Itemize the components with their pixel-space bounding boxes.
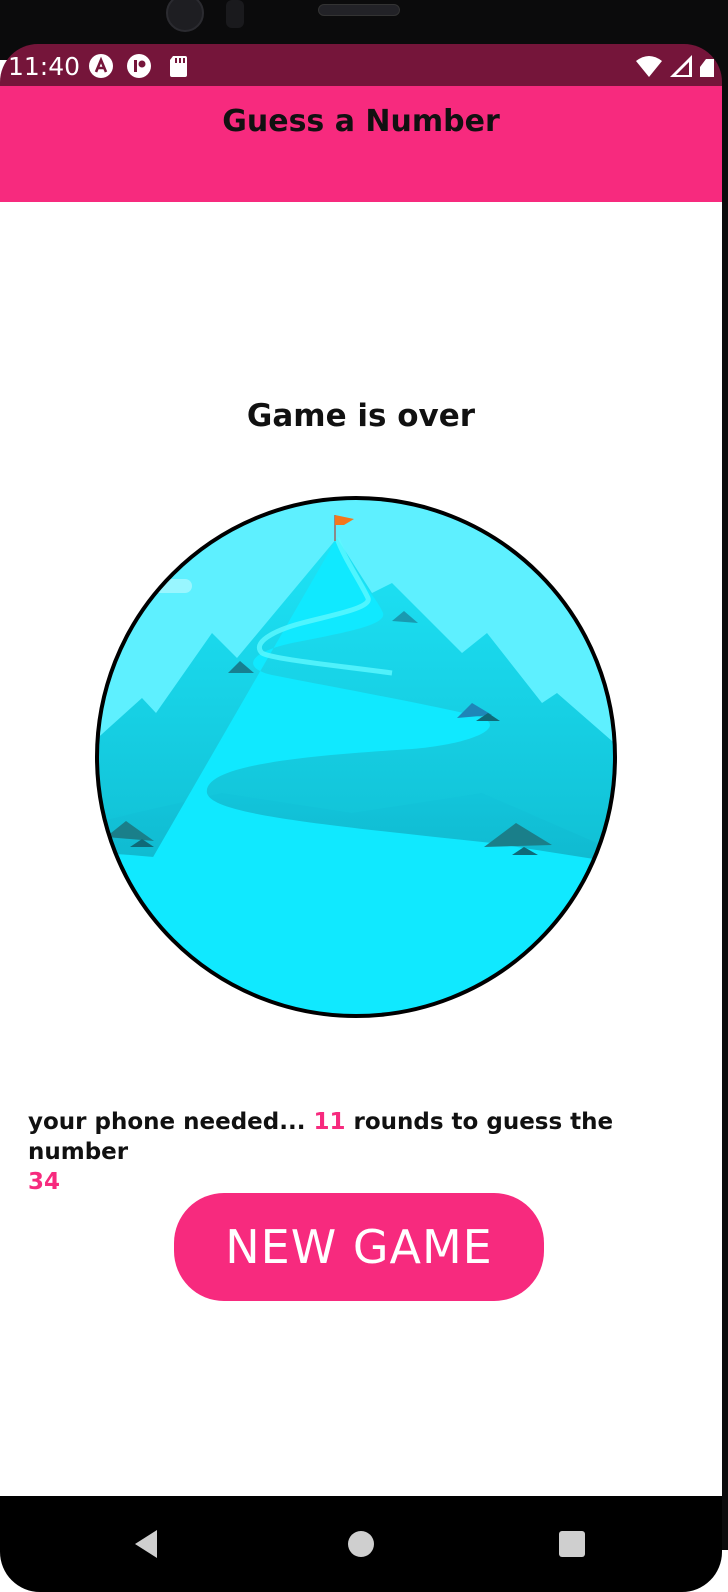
- battery-icon: [700, 59, 714, 77]
- new-game-button[interactable]: NEW GAME: [174, 1193, 544, 1301]
- app-bar: Guess a Number: [0, 86, 722, 202]
- earpiece-speaker: [318, 4, 400, 16]
- a-circle-icon: [89, 54, 113, 78]
- game-over-heading: Game is over: [246, 398, 476, 434]
- status-right-icons: [636, 55, 714, 77]
- front-camera: [166, 0, 204, 32]
- sensor: [226, 0, 244, 28]
- mountain-summit-image: [95, 496, 617, 1018]
- recents-icon[interactable]: [552, 1524, 592, 1564]
- sd-card-icon: [170, 56, 187, 77]
- status-bar: 11:40: [0, 44, 722, 86]
- status-time: 11:40: [8, 52, 81, 81]
- result-text: your phone needed... 11 rounds to guess …: [28, 1107, 708, 1197]
- result-prefix: your phone needed...: [28, 1109, 306, 1135]
- rounds-count: 11: [313, 1109, 346, 1135]
- target-number: 34: [28, 1169, 61, 1195]
- home-icon[interactable]: [341, 1524, 381, 1564]
- app-title: Guess a Number: [222, 104, 500, 139]
- back-icon[interactable]: [127, 1524, 167, 1564]
- navigation-bar: [0, 1496, 722, 1592]
- wifi-icon: [636, 56, 662, 77]
- r-circle-icon: [127, 54, 151, 78]
